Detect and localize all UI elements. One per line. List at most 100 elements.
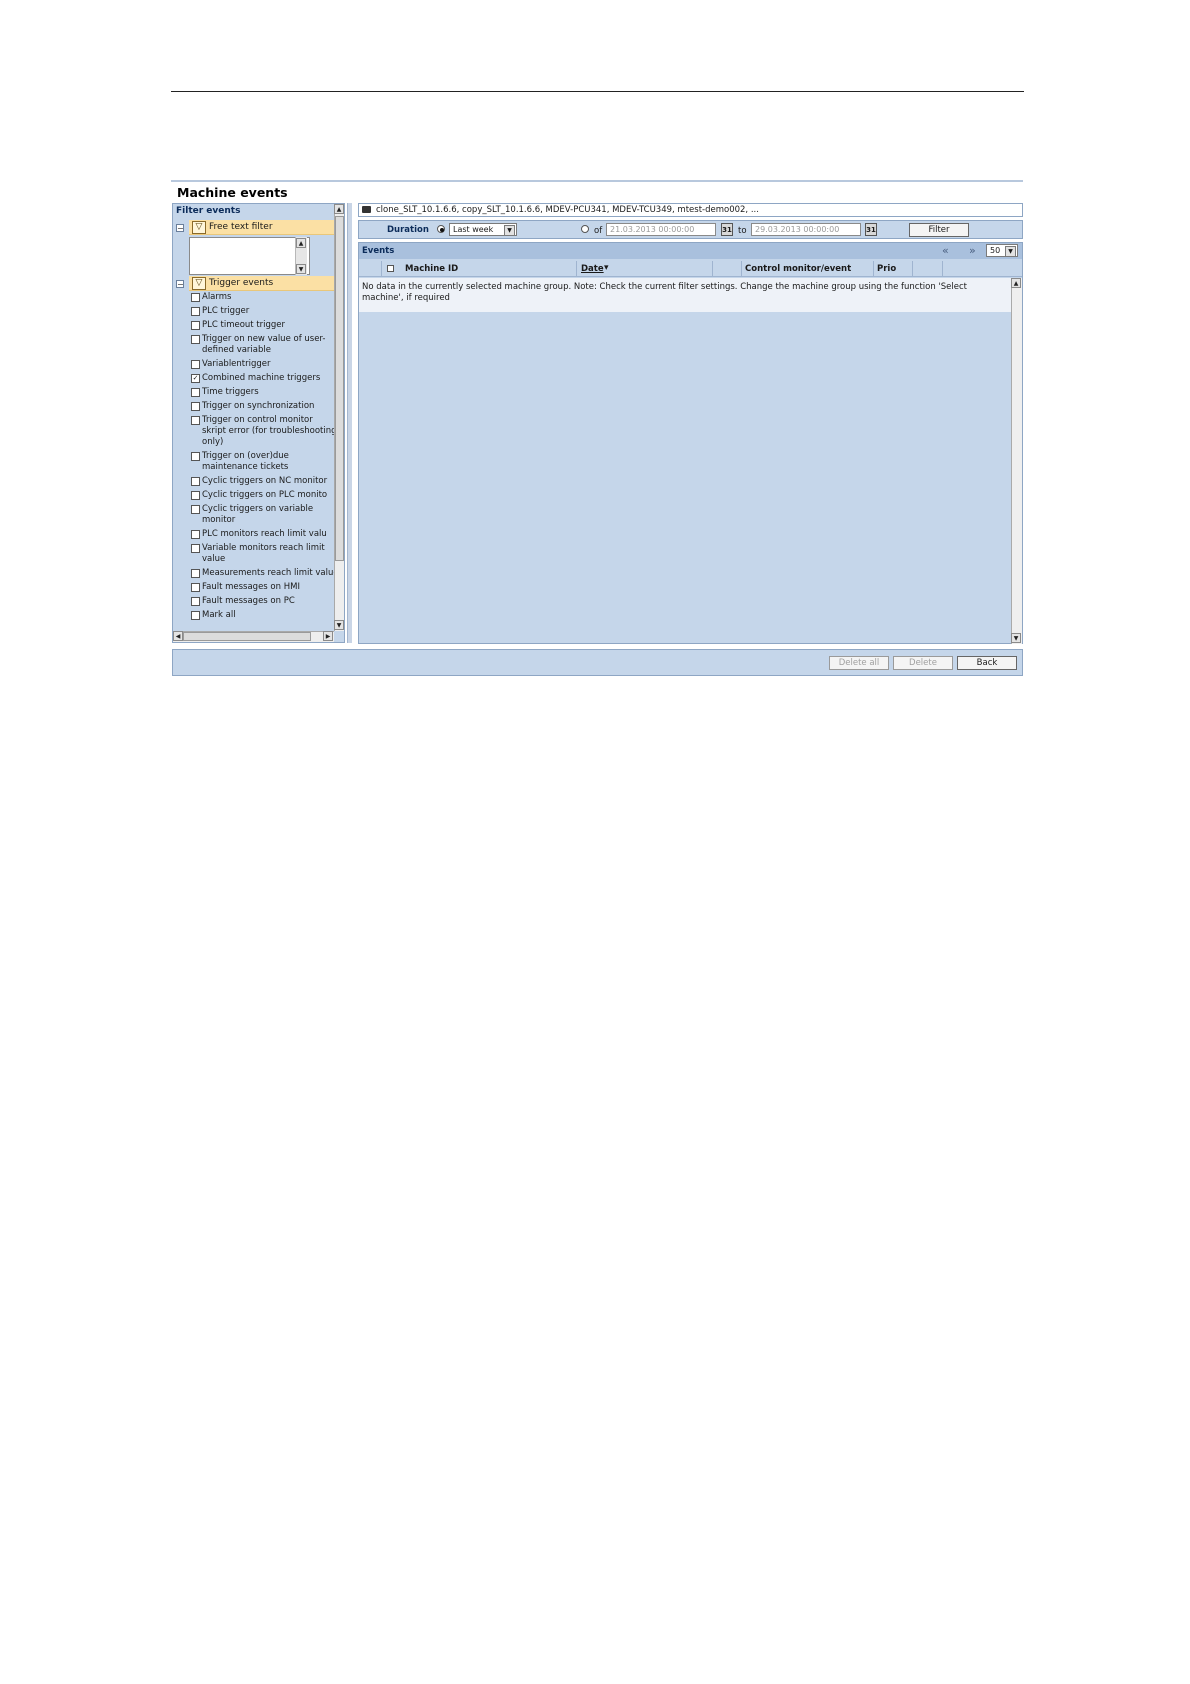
collapse-trigger-events-icon[interactable]: − bbox=[176, 280, 184, 289]
trigger-checkbox-label: Mark all bbox=[202, 610, 236, 620]
trigger-checkbox-item[interactable]: Fault messages on HMI bbox=[189, 582, 339, 593]
filter-panel: Filter events − ▽ Free text filter ▲ ▼ −… bbox=[172, 203, 345, 643]
page-title: Machine events bbox=[177, 185, 288, 200]
checkbox[interactable] bbox=[191, 530, 200, 539]
trigger-checkbox-item[interactable]: Trigger on synchronization bbox=[189, 401, 339, 412]
checkbox[interactable] bbox=[191, 388, 200, 397]
chevron-down-icon[interactable]: ▼ bbox=[504, 225, 515, 236]
trigger-checkbox-item[interactable]: ✓ Combined machine triggers bbox=[189, 373, 339, 384]
trigger-checkbox-label: Variablentrigger bbox=[202, 359, 271, 369]
checkbox[interactable] bbox=[191, 477, 200, 486]
column-separator bbox=[576, 261, 577, 277]
date-to-input[interactable]: 29.03.2013 00:00:00 bbox=[751, 223, 861, 236]
last-page-icon[interactable]: » bbox=[969, 244, 976, 257]
events-panel: Events « » 50 ▼ Machine ID Date ▾ Contro… bbox=[358, 242, 1023, 644]
free-text-filter-label: Free text filter bbox=[209, 222, 273, 232]
delete-all-button[interactable]: Delete all bbox=[829, 656, 889, 670]
checkbox-checked[interactable]: ✓ bbox=[191, 374, 200, 383]
trigger-checkbox-item[interactable]: Cyclic triggers on PLC monito bbox=[189, 490, 339, 501]
page-size-value: 50 bbox=[990, 246, 1001, 255]
events-scroll-up-icon[interactable]: ▲ bbox=[1011, 278, 1021, 288]
panel-scroll-left-icon[interactable]: ◀ bbox=[173, 631, 183, 641]
select-all-checkbox[interactable] bbox=[387, 265, 394, 272]
checkbox[interactable] bbox=[191, 293, 200, 302]
trigger-checkbox-item[interactable]: Measurements reach limit value bbox=[189, 568, 339, 579]
column-control-monitor-event[interactable]: Control monitor/event bbox=[745, 264, 851, 274]
window-top-border bbox=[171, 180, 1023, 182]
trigger-checkbox-item[interactable]: Variable monitors reach limit value bbox=[189, 543, 339, 565]
trigger-checkbox-item[interactable]: Cyclic triggers on variable monitor bbox=[189, 504, 339, 526]
trigger-checkbox-item[interactable]: Cyclic triggers on NC monitor bbox=[189, 476, 339, 487]
chevron-down-icon[interactable]: ▼ bbox=[1005, 246, 1016, 257]
events-vertical-scrollbar[interactable] bbox=[1011, 278, 1022, 644]
date-from-label: of bbox=[594, 226, 603, 236]
trigger-checkbox-item[interactable]: Trigger on new value of user-defined var… bbox=[189, 334, 339, 356]
duration-custom-radio[interactable] bbox=[581, 225, 589, 233]
trigger-checkbox-item[interactable]: Variablentrigger bbox=[189, 359, 339, 370]
column-prio[interactable]: Prio bbox=[877, 264, 896, 274]
checkbox[interactable] bbox=[191, 416, 200, 425]
panel-scroll-right-icon[interactable]: ▶ bbox=[323, 631, 333, 641]
column-date[interactable]: Date bbox=[581, 264, 604, 274]
checkbox[interactable] bbox=[191, 569, 200, 578]
filter-panel-scroll-thumb[interactable] bbox=[335, 216, 344, 561]
delete-button[interactable]: Delete bbox=[893, 656, 953, 670]
checkbox[interactable] bbox=[191, 335, 200, 344]
trigger-checkbox-item[interactable]: Trigger on control monitor skript error … bbox=[189, 415, 339, 448]
checkbox[interactable] bbox=[191, 505, 200, 514]
textarea-scroll-down-icon[interactable]: ▼ bbox=[296, 264, 306, 274]
funnel-icon: ▽ bbox=[192, 221, 206, 234]
filter-panel-hscroll-thumb[interactable] bbox=[183, 632, 311, 641]
collapse-free-text-icon[interactable]: − bbox=[176, 224, 184, 233]
duration-preset-select[interactable]: Last week ▼ bbox=[449, 223, 517, 236]
free-text-input[interactable] bbox=[189, 237, 310, 275]
filter-button[interactable]: Filter bbox=[909, 223, 969, 237]
first-page-icon[interactable]: « bbox=[942, 244, 949, 257]
trigger-checkbox-item[interactable]: Trigger on (over)due maintenance tickets bbox=[189, 451, 339, 473]
checkbox[interactable] bbox=[191, 491, 200, 500]
trigger-events-header[interactable]: ▽ Trigger events bbox=[189, 276, 335, 291]
checkbox[interactable] bbox=[191, 321, 200, 330]
checkbox[interactable] bbox=[191, 402, 200, 411]
trigger-checkbox-list: Alarms PLC trigger PLC timeout trigger Trig… bbox=[189, 292, 339, 624]
checkbox[interactable] bbox=[191, 307, 200, 316]
column-separator bbox=[741, 261, 742, 277]
events-scroll-down-icon[interactable]: ▼ bbox=[1011, 633, 1021, 643]
selected-machines-bar[interactable]: clone_SLT_10.1.6.6, copy_SLT_10.1.6.6, M… bbox=[358, 203, 1023, 217]
free-text-filter-header[interactable]: ▽ Free text filter bbox=[189, 220, 335, 235]
sort-descending-icon[interactable]: ▾ bbox=[604, 263, 609, 273]
calendar-to-icon[interactable]: 31 bbox=[865, 223, 877, 236]
trigger-checkbox-label: Trigger on (over)due maintenance tickets bbox=[202, 451, 289, 472]
panel-scroll-down-icon[interactable]: ▼ bbox=[334, 620, 344, 630]
trigger-checkbox-label: Cyclic triggers on variable monitor bbox=[202, 504, 314, 525]
textarea-scroll-up-icon[interactable]: ▲ bbox=[296, 238, 306, 248]
panel-splitter[interactable] bbox=[347, 203, 352, 643]
trigger-checkbox-label: PLC trigger bbox=[202, 306, 250, 316]
date-from-input[interactable]: 21.03.2013 00:00:00 bbox=[606, 223, 716, 236]
trigger-events-label: Trigger events bbox=[209, 278, 274, 288]
calendar-from-icon[interactable]: 31 bbox=[721, 223, 733, 236]
trigger-checkbox-item[interactable]: Mark all bbox=[189, 610, 339, 621]
column-machine-id[interactable]: Machine ID bbox=[405, 264, 458, 274]
trigger-checkbox-item[interactable]: PLC monitors reach limit valu bbox=[189, 529, 339, 540]
trigger-checkbox-item[interactable]: PLC timeout trigger bbox=[189, 320, 339, 331]
trigger-checkbox-label: Cyclic triggers on PLC monito bbox=[202, 490, 328, 500]
duration-preset-radio[interactable] bbox=[437, 225, 445, 233]
document-header-rule bbox=[171, 91, 1024, 92]
trigger-checkbox-item[interactable]: PLC trigger bbox=[189, 306, 339, 317]
trigger-checkbox-label: Time triggers bbox=[202, 387, 259, 397]
page-size-select[interactable]: 50 ▼ bbox=[986, 244, 1018, 257]
trigger-checkbox-item[interactable]: Time triggers bbox=[189, 387, 339, 398]
back-button[interactable]: Back bbox=[957, 656, 1017, 670]
trigger-checkbox-item[interactable]: Fault messages on PC bbox=[189, 596, 339, 607]
checkbox[interactable] bbox=[191, 611, 200, 620]
checkbox[interactable] bbox=[191, 452, 200, 461]
checkbox[interactable] bbox=[191, 583, 200, 592]
checkbox[interactable] bbox=[191, 597, 200, 606]
panel-scroll-up-icon[interactable]: ▲ bbox=[334, 204, 344, 214]
selected-machines-text: clone_SLT_10.1.6.6, copy_SLT_10.1.6.6, M… bbox=[376, 205, 759, 215]
no-data-message: No data in the currently selected machin… bbox=[362, 282, 968, 303]
checkbox[interactable] bbox=[191, 544, 200, 553]
checkbox[interactable] bbox=[191, 360, 200, 369]
trigger-checkbox-item[interactable]: Alarms bbox=[189, 292, 339, 303]
